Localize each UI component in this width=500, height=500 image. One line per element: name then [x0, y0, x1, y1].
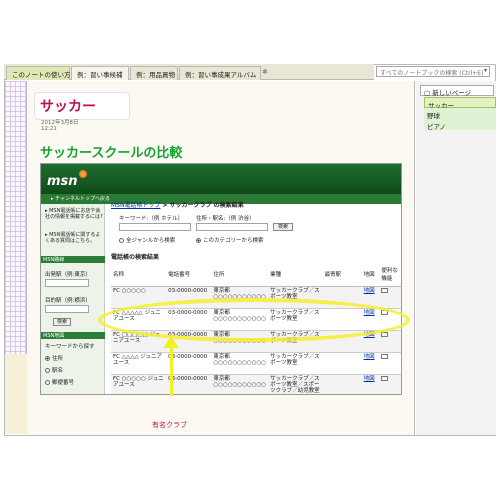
new-page-icon: ▢ [424, 89, 431, 97]
radio-dot-icon [45, 368, 50, 373]
page-title[interactable]: サッカー [40, 96, 96, 116]
tab-lesson-candidates[interactable]: 例：習い事候補 [71, 66, 129, 80]
keyword-find-label: キーワードから探す [45, 344, 95, 350]
msn-logo: msn [47, 174, 78, 189]
address-label: 住所・駅名:（例 渋谷） [196, 216, 255, 222]
cell-station [322, 352, 362, 375]
cell-name: FC △△△△ ジュニアユース [111, 352, 167, 375]
radio-dot-icon [119, 238, 124, 243]
cell-name: FC ○○○○○ ジュニアユース [111, 374, 167, 394]
tab-shopping[interactable]: 例：用品買物 [130, 66, 178, 80]
arrive-label: 目的駅（例:横浜） [45, 298, 91, 304]
mail-icon [381, 353, 389, 359]
channel-top-link: ▸ チャンネルトップへ戻る [51, 196, 110, 202]
msn-screenshot-image: msn ▸ チャンネルトップへ戻る ▸ MSN電話帳にお店や会社の情報を掲載する… [40, 163, 402, 395]
butterfly-icon [79, 170, 87, 178]
radio-dot-icon [45, 380, 50, 385]
radio-address: 住所 [45, 354, 63, 362]
map-link: 地図 [363, 353, 375, 360]
radio-postcode: 郵便番号 [45, 378, 74, 386]
result-heading: 電話帳の検索結果 [111, 254, 160, 261]
radio-station: 駅名 [45, 366, 63, 374]
page-item-baseball[interactable]: 野球 [424, 108, 496, 120]
new-page-button[interactable]: ▢ 新しいページ [420, 85, 494, 97]
address-field [196, 223, 268, 231]
page-time-text: 12:21 [41, 126, 57, 132]
new-section-icon[interactable]: ✱ [262, 68, 268, 76]
table-header-row: 名称 電話番号 住所 業種 最寄駅 地図 便利な機能 [111, 262, 401, 287]
col-name: 名称 [111, 262, 167, 287]
cell-type: サッカークラブ／スポーツ教室／スポーツクラブ／幼児教室 [268, 374, 323, 394]
msn-left-column: ▸ MSN電話帳にお店や会社の情報を掲載するには? ▸ MSN電話帳に関するよく… [41, 204, 105, 394]
table-row: FC ○○○○○ ジュニアユース 03-0000-0000 東京都○○○○○○○… [111, 374, 401, 394]
map-link: 地図 [363, 375, 375, 382]
breadcrumb: MSN電話帳トップ > サッカークラブ の検索結果 [111, 200, 244, 209]
mail-icon [381, 287, 389, 293]
col-map: 地図 [361, 262, 380, 287]
genre-all-label: 全ジャンルから検索 [126, 238, 176, 244]
notebook-search-input[interactable]: すべてのノートブックの検索 (Ctrl+E) [376, 66, 490, 77]
left-head-route: MSN路線 [41, 256, 105, 263]
left-head-map: MSN地図 [41, 332, 105, 339]
radio-postcode-label: 郵便番号 [52, 380, 75, 386]
col-station: 最寄駅 [322, 262, 362, 287]
depart-field [45, 279, 89, 287]
map-link: 地図 [363, 287, 375, 294]
search-dropdown-icon[interactable]: ▾ [484, 67, 487, 74]
genre-this-radio: このカテゴリーから検索 [196, 236, 264, 244]
col-tel: 電話番号 [166, 262, 212, 287]
col-addr: 住所 [211, 262, 269, 287]
tab-album[interactable]: 例：習い事成果アルバム [179, 66, 261, 80]
genre-all-radio: 全ジャンルから検索 [119, 236, 175, 244]
route-search-button: 検索 [53, 318, 71, 326]
page-item-soccer[interactable]: サッカー [424, 97, 496, 110]
highlight-ellipse [98, 298, 410, 342]
depart-label: 出発駅（例:東京） [45, 272, 91, 278]
page-item-piano[interactable]: ピアノ [424, 119, 496, 131]
page-heading[interactable]: サッカースクールの比較 [40, 142, 182, 161]
cell-station [322, 374, 362, 394]
keyword-search-button: 検索 [273, 223, 293, 231]
breadcrumb-link: MSN電話帳トップ [111, 202, 161, 209]
col-features: 便利な機能 [379, 262, 401, 287]
radio-dot-icon [45, 356, 50, 361]
keyword-field [119, 223, 191, 231]
left-note-2: ▸ MSN電話帳に関するよくある質問はこちら。 [45, 232, 101, 244]
arrive-field [45, 305, 89, 313]
highlight-arrow-line [170, 342, 173, 396]
mail-icon [381, 375, 389, 381]
notebook-strip-bottom [5, 354, 27, 434]
tab-how-to-use[interactable]: このノートの使い方 [6, 66, 71, 80]
left-note-1: ▸ MSN電話帳にお店や会社の情報を掲載するには? [45, 208, 103, 220]
cell-type: サッカークラブ／スポーツ教室 [268, 352, 323, 375]
page-date: 2012年3月8日 12:21 [41, 120, 79, 132]
breadcrumb-current: > サッカークラブ の検索結果 [162, 202, 244, 209]
section-tab-bar: このノートの使い方 例：習い事候補 例：用品買物 例：習い事成果アルバム ✱ [4, 64, 374, 80]
cell-addr: 東京都○○○○○○○○○○○ [211, 374, 269, 394]
notebook-strip [5, 81, 27, 354]
new-page-label: 新しいページ [432, 89, 472, 97]
page-list-pane [416, 81, 496, 435]
radio-dot-icon [196, 238, 201, 243]
col-type: 業種 [268, 262, 323, 287]
annotation-text[interactable]: 有名クラブ [152, 420, 187, 430]
msn-header: msn [41, 164, 401, 194]
table-row: FC △△△△ ジュニアユース 03-0000-0000 東京都○○○○○○○○… [111, 352, 401, 375]
keyword-label: キーワード:（例 ホテル） [119, 216, 184, 222]
genre-this-label: このカテゴリーから検索 [203, 238, 264, 244]
radio-station-label: 駅名 [52, 368, 64, 374]
cell-addr: 東京都○○○○○○○○○○○ [211, 352, 269, 375]
radio-address-label: 住所 [52, 356, 64, 362]
